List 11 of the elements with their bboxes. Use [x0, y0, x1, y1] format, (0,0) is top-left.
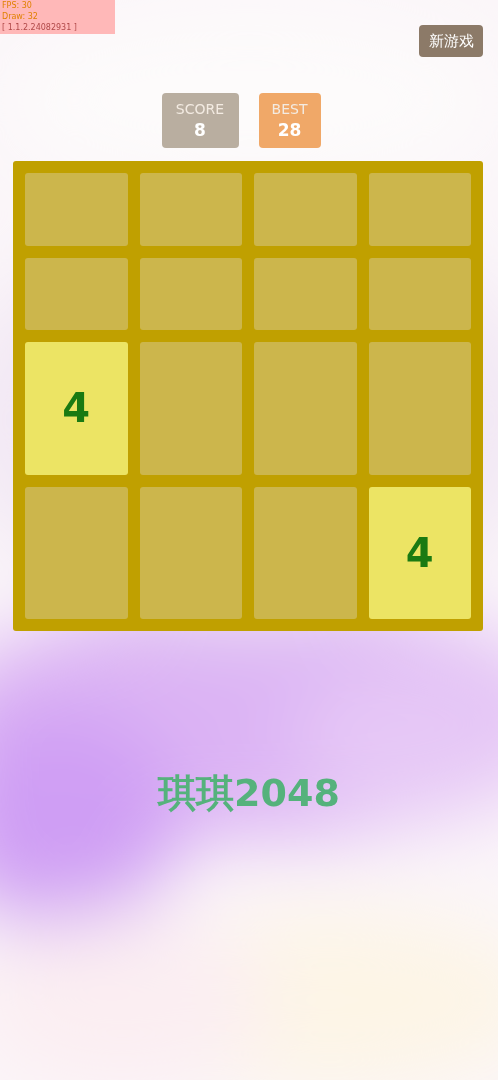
score-label: BEST: [271, 99, 308, 118]
debug-text: [ 1.1.2.24082931 ]: [2, 22, 78, 33]
game-title: 琪琪2048: [158, 770, 340, 817]
score-value: 8: [194, 118, 206, 142]
score-value: 28: [277, 118, 302, 142]
score-label: SCORE: [175, 99, 225, 118]
debug-text: FPS: 30: [2, 0, 33, 11]
new-game-button[interactable]: 新游戏: [419, 25, 483, 57]
number-tile: 4: [25, 342, 128, 475]
number-tile: 4: [368, 486, 471, 619]
debug-text: Draw: 32: [2, 11, 39, 22]
